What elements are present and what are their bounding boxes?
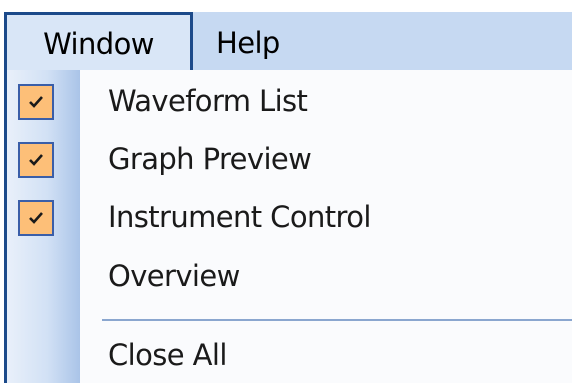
menu-window[interactable]: Window	[4, 12, 193, 70]
menu-help-label: Help	[216, 26, 280, 60]
menu-separator	[102, 319, 572, 321]
menu-item-label: Graph Preview	[108, 142, 312, 176]
menu-item-graph-preview[interactable]: Graph Preview	[7, 131, 572, 187]
menu-help[interactable]: Help	[216, 12, 280, 72]
checkmark-icon	[18, 84, 54, 120]
menu-window-label: Window	[43, 26, 154, 61]
menu-item-label: Waveform List	[108, 84, 308, 118]
menu-item-label: Instrument Control	[108, 200, 371, 234]
window-menu-screen: Window Help Waveform List Graph Preview	[0, 0, 572, 383]
menu-item-instrument-control[interactable]: Instrument Control	[7, 189, 572, 245]
menu-item-waveform-list[interactable]: Waveform List	[7, 73, 572, 129]
menu-item-label: Close All	[108, 338, 227, 372]
menu-item-overview[interactable]: Overview	[7, 248, 572, 304]
checkmark-icon	[18, 200, 54, 236]
menu-item-label: Overview	[108, 259, 240, 293]
menu-item-close-all[interactable]: Close All	[7, 327, 572, 383]
window-dropdown-menu: Waveform List Graph Preview Instrument C…	[4, 70, 572, 383]
checkmark-icon	[18, 142, 54, 178]
menu-bar: Window Help	[4, 12, 572, 70]
